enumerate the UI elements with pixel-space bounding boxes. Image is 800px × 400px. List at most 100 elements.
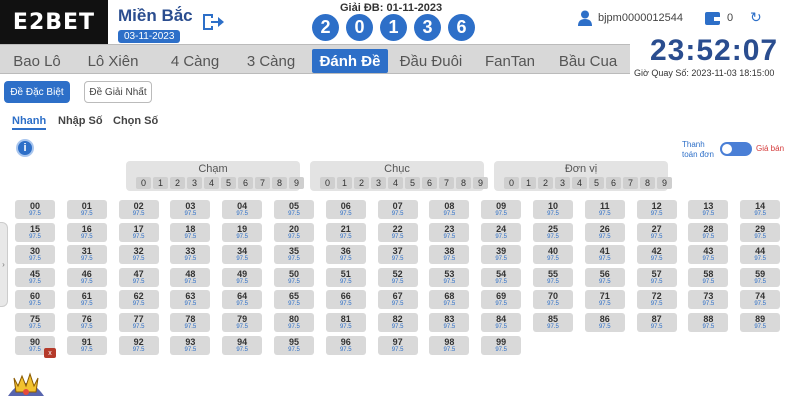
number-cell[interactable]: 98 97.5 [429, 335, 470, 355]
number-cell[interactable]: 36 97.5 [325, 245, 366, 265]
number-cell[interactable]: 26 97.5 [584, 222, 625, 242]
number-cell[interactable]: 82 97.5 [377, 313, 418, 332]
digit-button[interactable]: 0 [136, 177, 151, 189]
number-cell[interactable]: 70 97.5 [533, 290, 573, 310]
digit-button[interactable]: 3 [371, 177, 386, 189]
number-cell[interactable]: 49 97.5 [222, 267, 263, 287]
digit-button[interactable]: 2 [538, 177, 553, 189]
number-cell[interactable]: 89 97.5 [740, 313, 781, 332]
number-cell[interactable]: 51 97.5 [325, 267, 366, 287]
number-cell[interactable]: 65 97.5 [274, 290, 314, 310]
number-cell[interactable]: 30 97.5 [15, 245, 55, 265]
number-cell[interactable]: 91 97.5 [66, 335, 107, 355]
number-cell[interactable]: 97 97.5 [377, 335, 418, 355]
digit-button[interactable]: 0 [320, 177, 335, 189]
number-cell[interactable]: 56 97.5 [584, 267, 625, 287]
digit-button[interactable]: 1 [153, 177, 168, 189]
number-cell[interactable]: 15 97.5 [15, 222, 55, 242]
number-cell[interactable]: 04 97.5 [222, 200, 263, 219]
digit-button[interactable]: 1 [337, 177, 352, 189]
digit-button[interactable]: 3 [555, 177, 570, 189]
digit-button[interactable]: 3 [187, 177, 202, 189]
number-cell[interactable]: 23 97.5 [429, 222, 470, 242]
number-cell[interactable]: 83 97.5 [429, 313, 470, 332]
refresh-icon[interactable]: ↻ [750, 10, 764, 24]
info-icon[interactable]: i [16, 139, 34, 157]
price-toggle[interactable] [720, 142, 752, 156]
number-cell[interactable]: 50 97.5 [274, 267, 314, 287]
mode-tab-nhap-so[interactable]: Nhập Số [58, 115, 103, 127]
number-cell[interactable]: 68 97.5 [429, 290, 470, 310]
mode-tab-chon-so[interactable]: Chọn Số [113, 115, 158, 127]
user-icon[interactable] [578, 10, 592, 26]
digit-button[interactable]: 2 [354, 177, 369, 189]
number-cell[interactable]: 99 97.5 [481, 335, 522, 355]
nav-tab[interactable]: Đánh Đề [312, 49, 388, 73]
number-cell[interactable]: 24 97.5 [481, 222, 522, 242]
number-cell[interactable]: 14 97.5 [740, 200, 781, 219]
region-date[interactable]: 03-11-2023 [118, 30, 181, 43]
nav-tab[interactable]: Đầu Đuôi [390, 49, 472, 73]
mode-tab-nhanh[interactable]: Nhanh [12, 115, 47, 130]
number-cell[interactable]: 74 97.5 [740, 290, 781, 310]
number-cell[interactable]: 79 97.5 [222, 313, 263, 332]
remove-selection-button[interactable]: x [44, 348, 56, 358]
de-dac-biet-button[interactable]: Đề Đặc Biệt [4, 81, 70, 103]
number-cell[interactable]: 08 97.5 [429, 200, 470, 219]
number-cell[interactable]: 62 97.5 [118, 290, 159, 310]
number-cell[interactable]: 48 97.5 [170, 267, 211, 287]
number-cell[interactable]: 42 97.5 [636, 245, 677, 265]
digit-button[interactable]: 0 [504, 177, 519, 189]
nav-tab[interactable]: 4 Càng [158, 49, 232, 73]
wallet-icon[interactable] [705, 11, 720, 25]
digit-button[interactable]: 8 [640, 177, 655, 189]
digit-button[interactable]: 5 [589, 177, 604, 189]
number-cell[interactable]: 28 97.5 [688, 222, 729, 242]
digit-button[interactable]: 6 [422, 177, 437, 189]
number-cell[interactable]: 18 97.5 [170, 222, 211, 242]
number-cell[interactable]: 59 97.5 [740, 267, 781, 287]
digit-button[interactable]: 4 [204, 177, 219, 189]
number-cell[interactable]: 78 97.5 [170, 313, 211, 332]
digit-button[interactable]: 9 [657, 177, 672, 189]
digit-button[interactable]: 5 [221, 177, 236, 189]
digit-button[interactable]: 7 [439, 177, 454, 189]
number-cell[interactable]: 80 97.5 [274, 313, 314, 332]
number-cell[interactable]: 09 97.5 [481, 200, 522, 219]
number-cell[interactable]: 92 97.5 [118, 335, 159, 355]
number-cell[interactable]: 66 97.5 [325, 290, 366, 310]
number-cell[interactable]: 41 97.5 [584, 245, 625, 265]
number-cell[interactable]: 46 97.5 [66, 267, 107, 287]
number-cell[interactable]: 17 97.5 [118, 222, 159, 242]
number-cell[interactable]: 63 97.5 [170, 290, 211, 310]
number-cell[interactable]: 95 97.5 [274, 335, 314, 355]
number-cell[interactable]: 11 97.5 [584, 200, 625, 219]
digit-button[interactable]: 6 [238, 177, 253, 189]
number-cell[interactable]: 72 97.5 [636, 290, 677, 310]
number-cell[interactable]: 77 97.5 [118, 313, 159, 332]
digit-button[interactable]: 7 [623, 177, 638, 189]
number-cell[interactable]: 67 97.5 [377, 290, 418, 310]
digit-button[interactable]: 7 [255, 177, 270, 189]
number-cell[interactable]: 57 97.5 [636, 267, 677, 287]
nav-tab[interactable]: Lô Xiên [70, 49, 156, 73]
number-cell[interactable]: 87 97.5 [636, 313, 677, 332]
number-cell[interactable]: 03 97.5 [170, 200, 211, 219]
digit-button[interactable]: 5 [405, 177, 420, 189]
number-cell[interactable]: 01 97.5 [66, 200, 107, 219]
number-cell[interactable]: 33 97.5 [170, 245, 211, 265]
number-cell[interactable]: 71 97.5 [584, 290, 625, 310]
number-cell[interactable]: 32 97.5 [118, 245, 159, 265]
number-cell[interactable]: 53 97.5 [429, 267, 470, 287]
digit-button[interactable]: 8 [272, 177, 287, 189]
number-cell[interactable]: 86 97.5 [584, 313, 625, 332]
number-cell[interactable]: 69 97.5 [481, 290, 522, 310]
number-cell[interactable]: 05 97.5 [274, 200, 314, 219]
number-cell[interactable]: 47 97.5 [118, 267, 159, 287]
number-cell[interactable]: 21 97.5 [325, 222, 366, 242]
number-cell[interactable]: 25 97.5 [533, 222, 573, 242]
number-cell[interactable]: 58 97.5 [688, 267, 729, 287]
number-cell[interactable]: 73 97.5 [688, 290, 729, 310]
number-cell[interactable]: 20 97.5 [274, 222, 314, 242]
number-cell[interactable]: 00 97.5 [15, 200, 55, 219]
